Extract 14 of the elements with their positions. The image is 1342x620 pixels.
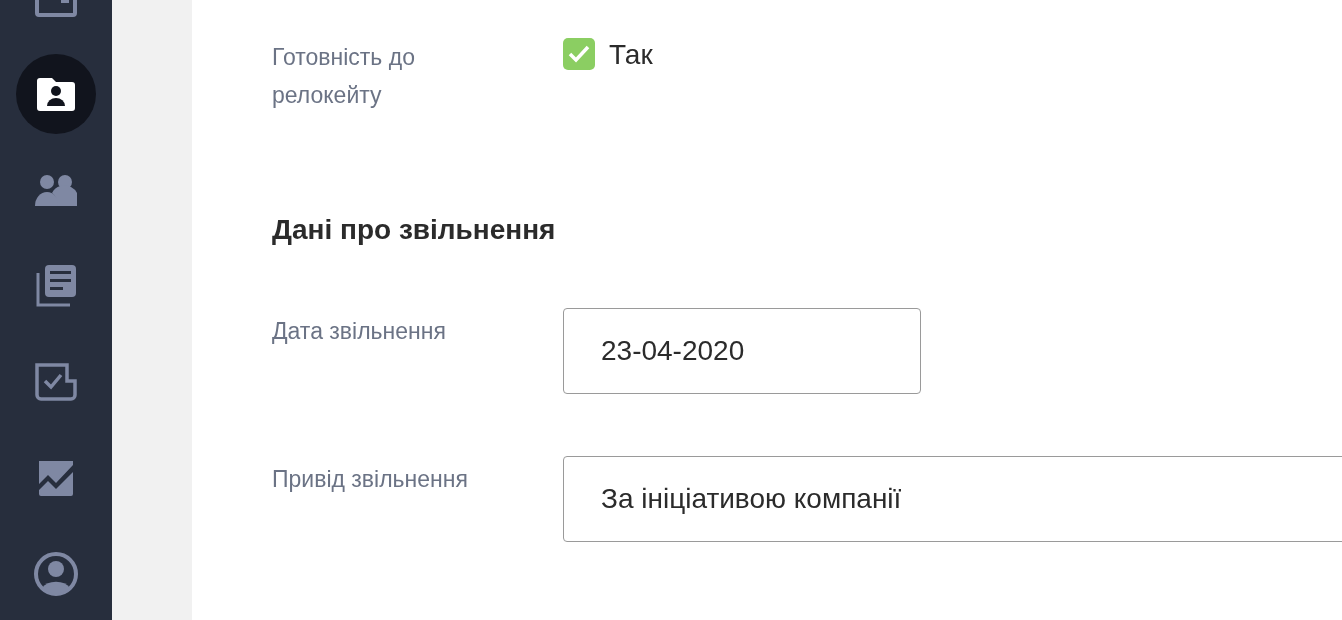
date-field[interactable]: 23-04-2020 xyxy=(563,308,921,394)
field-label: Привід звільнення xyxy=(272,465,469,494)
section-title: Дані про звільнення xyxy=(272,214,556,246)
contact-folder-icon xyxy=(35,75,77,113)
field-label: Готовність до релокейту xyxy=(272,43,416,110)
people-icon xyxy=(35,174,77,206)
field-label: Дата звільнення xyxy=(272,317,447,346)
checkbox[interactable] xyxy=(563,38,595,70)
checklist-icon xyxy=(35,363,77,401)
input-field[interactable]: За ініціативою компанії xyxy=(563,456,1342,542)
documents-icon xyxy=(36,265,76,307)
chart-icon xyxy=(37,459,75,497)
checkbox-label: Так xyxy=(609,38,653,72)
user-circle-icon xyxy=(33,551,79,597)
